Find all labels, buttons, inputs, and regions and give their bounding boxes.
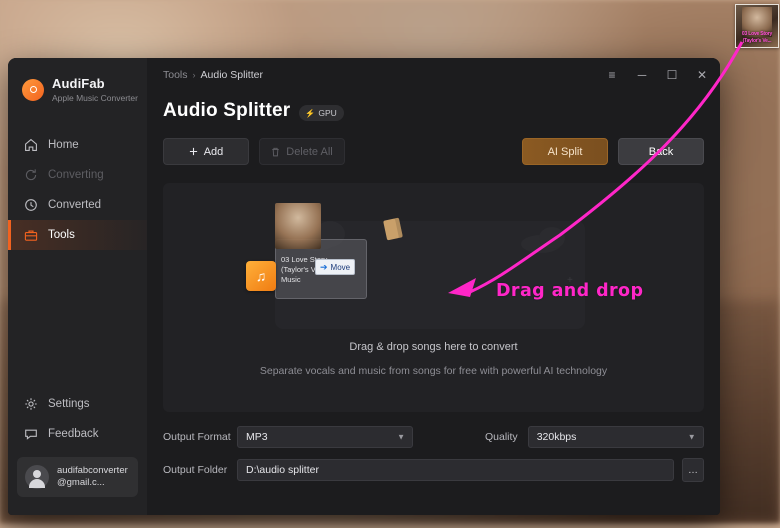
- move-chip: ➔ Move: [315, 259, 356, 275]
- sidebar-item-tools[interactable]: Tools: [8, 219, 147, 250]
- account-email: audifabconverter@gmail.c...: [57, 465, 128, 488]
- output-format-select[interactable]: MP3 ▼: [237, 426, 413, 448]
- home-icon: [25, 138, 37, 151]
- brand-subtitle: Apple Music Converter: [52, 93, 138, 104]
- breadcrumb-current: Audio Splitter: [200, 69, 263, 81]
- toolbox-icon: [24, 230, 38, 241]
- back-button-label: Back: [648, 145, 674, 158]
- browse-folder-label: …: [688, 464, 698, 476]
- sidebar-item-label: Settings: [48, 398, 90, 410]
- user-avatar-icon: [25, 465, 49, 489]
- maximize-icon[interactable]: ☐: [664, 67, 680, 83]
- sidebar-item-converted[interactable]: Converted: [8, 190, 147, 220]
- ai-split-button[interactable]: AI Split: [522, 138, 608, 165]
- ai-split-button-label: AI Split: [547, 145, 583, 158]
- add-button-label: Add: [203, 145, 224, 158]
- move-arrow-icon: ➔: [320, 261, 328, 272]
- quality-value: 320kbps: [536, 431, 577, 443]
- dropzone-primary-text: Drag & drop songs here to convert: [349, 341, 518, 353]
- sidebar-item-label: Home: [48, 138, 79, 151]
- thumbnail-title-line2: (Taylor's Ve...: [742, 38, 772, 44]
- main-content: Tools › Audio Splitter ≡ ─ ☐ ✕ Audio Spl…: [147, 58, 720, 515]
- move-chip-label: Move: [330, 262, 351, 272]
- chevron-down-icon: ▼: [687, 432, 696, 442]
- minimize-icon[interactable]: ─: [634, 67, 650, 83]
- sidebar-item-settings[interactable]: Settings: [8, 389, 147, 419]
- account-card[interactable]: audifabconverter@gmail.c...: [17, 457, 138, 497]
- output-settings-form: Output Format MP3 ▼ Quality 320kbps ▼ Ou…: [147, 412, 720, 482]
- lightning-bolt-icon: ⚡: [305, 108, 316, 118]
- breadcrumb: Tools › Audio Splitter: [163, 69, 263, 81]
- drag-preview-line3: Music: [281, 275, 301, 285]
- menu-icon[interactable]: ≡: [604, 67, 620, 83]
- brand: AudiFab Apple Music Converter: [8, 58, 147, 104]
- output-format-label: Output Format: [163, 431, 231, 443]
- sidebar-item-label: Converted: [48, 198, 102, 211]
- quality-select[interactable]: 320kbps ▼: [527, 426, 704, 448]
- output-folder-row: Output Folder D:\audio splitter …: [163, 458, 704, 482]
- breadcrumb-root[interactable]: Tools: [163, 69, 188, 81]
- output-folder-input[interactable]: D:\audio splitter: [237, 459, 674, 481]
- drag-preview-album-art: [275, 203, 321, 249]
- close-icon[interactable]: ✕: [694, 67, 710, 83]
- sparkle-icon: +: [567, 275, 573, 286]
- app-window: AudiFab Apple Music Converter Home Conve…: [8, 58, 720, 515]
- output-format-row: Output Format MP3 ▼ Quality 320kbps ▼: [163, 426, 704, 448]
- chevron-down-icon: ▼: [397, 432, 405, 442]
- add-button[interactable]: Add: [163, 138, 249, 165]
- desktop-file-thumbnail[interactable]: 03 Love Story (Taylor's Ve...: [735, 4, 779, 48]
- sidebar-bottom-nav: Settings Feedback audifabconverter@gmail…: [8, 389, 147, 515]
- sidebar-item-label: Converting: [48, 168, 104, 181]
- output-folder-value: D:\audio splitter: [246, 464, 319, 476]
- sidebar: AudiFab Apple Music Converter Home Conve…: [8, 58, 147, 515]
- output-format-value: MP3: [246, 431, 268, 443]
- audifab-logo-icon: [22, 78, 44, 101]
- page-header: Audio Splitter ⚡ GPU: [147, 92, 720, 122]
- refresh-icon: [25, 169, 37, 181]
- music-file-icon: ♫: [246, 261, 276, 291]
- browse-folder-button[interactable]: …: [682, 458, 704, 482]
- titlebar: Tools › Audio Splitter ≡ ─ ☐ ✕: [147, 58, 720, 92]
- page-title: Audio Splitter: [163, 100, 291, 121]
- chat-icon: [25, 429, 37, 440]
- dropzone-secondary-text: Separate vocals and music from songs for…: [259, 365, 608, 377]
- window-controls: ≡ ─ ☐ ✕: [604, 67, 710, 83]
- gpu-badge-label: GPU: [318, 108, 337, 118]
- back-button[interactable]: Back: [618, 138, 704, 165]
- delete-all-button[interactable]: Delete All: [259, 138, 345, 165]
- toolbar: Add Delete All AI Split Back: [163, 138, 704, 165]
- trash-icon: [272, 147, 279, 156]
- breadcrumb-separator: ›: [192, 70, 196, 80]
- brand-title: AudiFab: [52, 76, 105, 91]
- output-folder-label: Output Folder: [163, 464, 228, 476]
- dropzone[interactable]: + + 03 Love Story (Taylor's Ve... Music …: [163, 183, 704, 412]
- plus-icon: [189, 147, 197, 156]
- quality-label: Quality: [485, 431, 518, 443]
- sidebar-item-home[interactable]: Home: [8, 130, 147, 160]
- sidebar-item-converting[interactable]: Converting: [8, 160, 147, 190]
- status-badge: ⚡ GPU: [299, 105, 344, 121]
- sidebar-item-feedback[interactable]: Feedback: [8, 419, 147, 449]
- sidebar-nav: Home Converting Converted Tools: [8, 130, 147, 250]
- clock-icon: [25, 199, 37, 211]
- gear-icon: [25, 398, 37, 410]
- sidebar-item-label: Tools: [48, 228, 75, 241]
- thumbnail-title-line1: 03 Love Story: [741, 31, 773, 37]
- delete-all-button-label: Delete All: [286, 145, 333, 158]
- cloud-icon: [539, 227, 565, 249]
- sidebar-item-label: Feedback: [48, 428, 99, 440]
